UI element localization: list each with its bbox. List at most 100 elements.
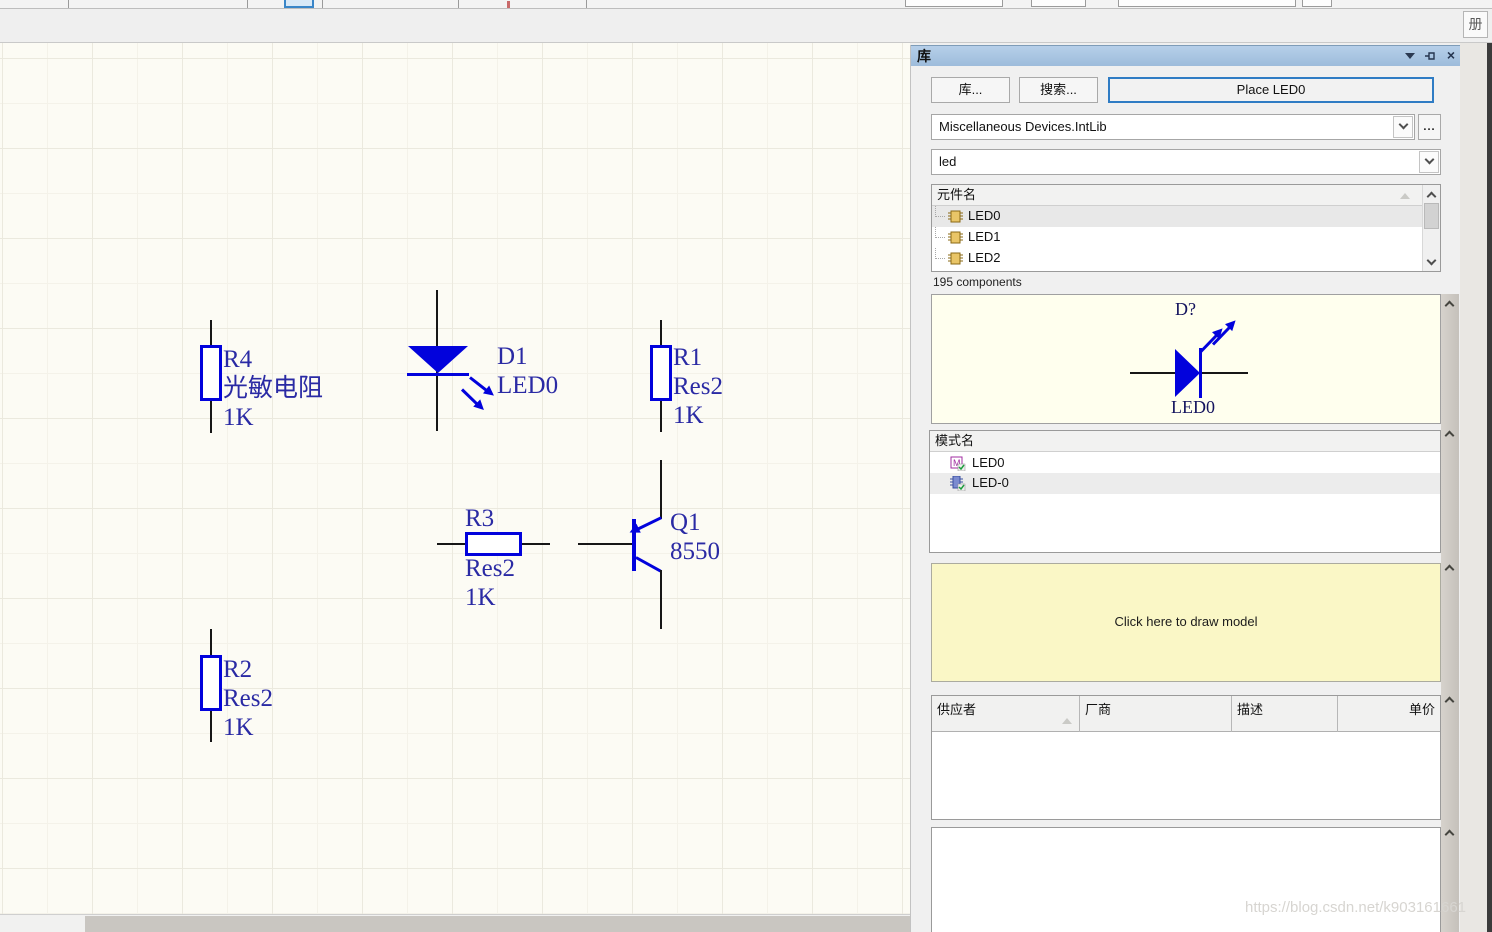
column-label: 供应者 [937, 702, 977, 717]
comment: Res2 [465, 555, 515, 582]
column-header-description[interactable]: 描述 [1232, 696, 1338, 732]
component-row-LED1[interactable]: LED1 [932, 227, 1423, 248]
toolbar-color-swatch [507, 1, 510, 8]
model-name: LED-0 [972, 475, 1009, 490]
led-triangle [408, 346, 468, 373]
toolbar-dropdown[interactable] [1118, 0, 1296, 7]
draw-model-area[interactable]: Click here to draw model [931, 563, 1441, 682]
toolbar-dropdown[interactable] [905, 0, 1003, 7]
preview-led-cathode-bar [1199, 348, 1202, 398]
application-window: 册 R4 光敏电阻 1K D1 LED0 R1 Res2 1K R3 Res2 … [0, 0, 1492, 932]
watermark: https://blog.csdn.net/k903161661 [1245, 899, 1467, 916]
search-button[interactable]: 搜索... [1019, 77, 1098, 103]
comment: LED0 [497, 372, 559, 399]
toolbar-separator [586, 0, 587, 8]
chevron-down-icon[interactable] [1419, 151, 1439, 173]
symbol-preview[interactable]: D? LED0 [931, 294, 1441, 424]
component-list-header[interactable]: 元件名 [932, 185, 1423, 206]
wire [578, 543, 634, 545]
horizontal-scrollbar-thumb[interactable] [85, 916, 910, 932]
column-label: 单价 [1408, 702, 1435, 717]
sort-indicator-icon [1062, 718, 1072, 724]
close-icon[interactable]: × [1444, 48, 1458, 63]
scroll-down-icon[interactable] [1423, 254, 1440, 271]
wire [210, 629, 212, 657]
wire [210, 320, 212, 347]
pin-icon[interactable] [1423, 49, 1437, 63]
component-row-LED0[interactable]: LED0 [932, 206, 1423, 227]
horizontal-scrollbar[interactable] [0, 914, 910, 932]
library-shelf-icon[interactable]: 册 [1463, 11, 1488, 38]
component-row-LED2[interactable]: LED2 [932, 248, 1423, 269]
supplier-detail-area [931, 827, 1441, 932]
component-name: LED0 [968, 208, 1001, 223]
value: 1K [673, 402, 704, 429]
column-label: 描述 [1237, 702, 1264, 717]
wire [660, 570, 662, 629]
column-header-supplier[interactable]: 供应者 [932, 696, 1080, 732]
value: 1K [223, 714, 254, 741]
component-list-header-label: 元件名 [937, 187, 977, 202]
column-header-manufacturer[interactable]: 厂商 [1080, 696, 1232, 732]
wire [437, 543, 465, 545]
footprint-model-icon [950, 476, 966, 491]
model-list-header[interactable]: 模式名 [930, 431, 1440, 452]
component-name: LED2 [968, 250, 1001, 265]
designator: R1 [673, 344, 703, 371]
libraries-button[interactable]: 库... [931, 77, 1010, 103]
model-list-header-label: 模式名 [935, 433, 975, 448]
toolbar-active-control[interactable] [284, 0, 314, 8]
led-emission-arrow-icon [469, 376, 489, 393]
toolbar-dropdown[interactable] [1031, 0, 1086, 7]
supplier-table-header: 供应者 厂商 描述 单价 [932, 696, 1440, 732]
component-list-scrollbar[interactable] [1422, 185, 1440, 271]
resistor-body [650, 345, 672, 401]
wire [522, 543, 550, 545]
chevron-down-icon[interactable] [1393, 116, 1413, 138]
model-row-LED-0[interactable]: LED-0 [930, 473, 1440, 494]
transistor-emitter-arrow-icon [636, 516, 662, 531]
wire [660, 401, 662, 432]
toolbar-separator [458, 0, 459, 8]
secondary-toolbar-strip: 册 [0, 9, 1492, 43]
component-labels: Res2 1K [465, 554, 515, 612]
toolbar-separator [68, 0, 69, 8]
tree-connector [935, 227, 945, 238]
resistor-body [200, 655, 222, 711]
place-component-button[interactable]: Place LED0 [1108, 77, 1434, 103]
column-header-unit-price[interactable]: 单价 [1338, 696, 1440, 732]
led-emission-arrow-icon [460, 388, 479, 406]
led-cathode-bar [407, 373, 469, 376]
value: 1K [465, 584, 496, 611]
comment: Res2 [673, 373, 723, 400]
sort-indicator-icon [1400, 193, 1410, 199]
scroll-up-icon[interactable] [1444, 300, 1455, 311]
component-labels: D1 LED0 [497, 342, 558, 400]
screen-edge [1487, 43, 1492, 932]
scroll-up-icon[interactable] [1423, 185, 1440, 202]
scroll-up-icon[interactable] [1444, 696, 1455, 707]
wire [210, 711, 212, 742]
designator: R2 [223, 656, 253, 683]
designator: Q1 [670, 509, 701, 536]
component-labels: R2 Res2 1K [223, 655, 273, 742]
schematic-canvas[interactable]: R4 光敏电阻 1K D1 LED0 R1 Res2 1K R3 Res2 1K… [0, 43, 910, 914]
scroll-up-icon[interactable] [1444, 564, 1455, 575]
browse-libraries-ellipsis-button[interactable]: ... [1418, 114, 1441, 140]
library-select-value: Miscellaneous Devices.IntLib [939, 119, 1107, 134]
model-name: LED0 [972, 455, 1005, 470]
resistor-body [200, 345, 222, 401]
scroll-up-icon[interactable] [1444, 829, 1455, 840]
supplier-table: 供应者 厂商 描述 单价 [931, 695, 1441, 820]
component-name: LED1 [968, 229, 1001, 244]
right-margin [1460, 43, 1487, 932]
chevron-down-icon[interactable] [1403, 49, 1417, 63]
designator: R4 [223, 346, 253, 373]
library-select[interactable]: Miscellaneous Devices.IntLib [931, 114, 1415, 140]
scroll-up-icon[interactable] [1444, 430, 1455, 441]
filter-input[interactable]: led [931, 149, 1441, 175]
scrollbar-thumb[interactable] [1424, 203, 1439, 229]
toolbar-button[interactable] [1302, 0, 1332, 7]
filter-input-value: led [939, 154, 957, 169]
model-row-LED0[interactable]: M LED0 [930, 453, 1440, 474]
